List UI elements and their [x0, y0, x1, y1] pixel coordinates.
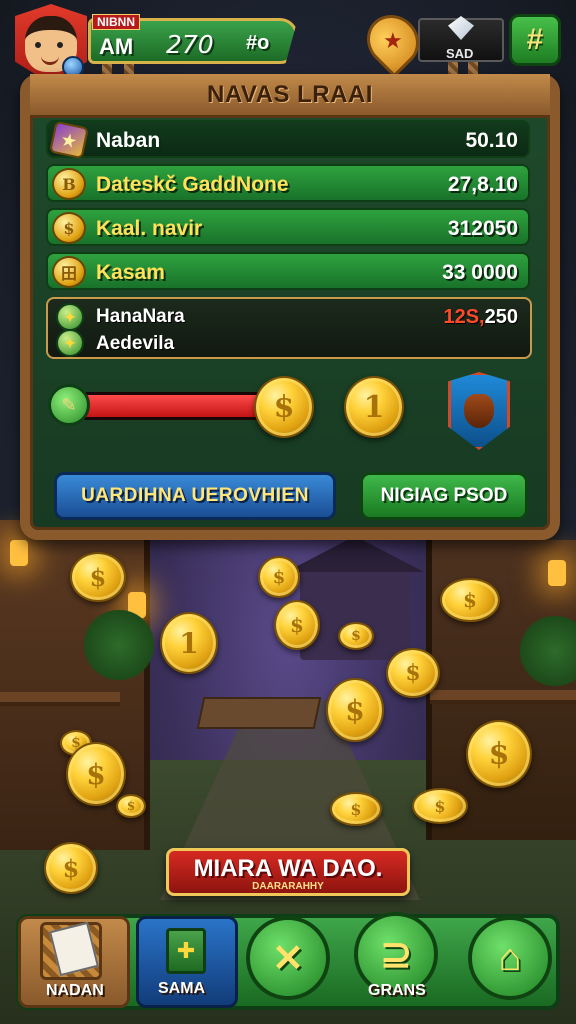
helmet-icon — [464, 394, 494, 428]
leaf-icon: ✦ — [56, 303, 84, 331]
banner-title: MIARA WA DAO. — [193, 855, 383, 882]
stat-row[interactable]: 田 Kasam 33 0000 — [46, 252, 530, 290]
coin-icon: $ — [326, 678, 384, 742]
table-left — [0, 692, 120, 706]
star-icon: ★ — [383, 28, 403, 54]
home-icon[interactable]: ⌂ — [468, 916, 552, 1000]
stat-row-value: 33 0000 — [442, 261, 518, 284]
special-value-white: 250 — [484, 306, 518, 328]
stat-row-label: Kaal. navir — [96, 217, 203, 240]
paintbrush-icon[interactable]: ✎ — [48, 384, 90, 426]
coin-icon: $ — [44, 842, 98, 894]
coin-icon: $ — [116, 794, 146, 818]
nav-label: GRANS — [368, 982, 426, 999]
plant-decoration — [84, 610, 154, 680]
primary-action-button[interactable]: UARDIHNA UEROVHIEN — [54, 472, 336, 520]
special-row-title: HanaNara — [96, 306, 185, 327]
coin-icon: $ — [66, 742, 126, 806]
add-currency-button[interactable]: # — [509, 14, 561, 66]
stat-row-value: 312050 — [447, 217, 518, 240]
coin-icon: $ — [274, 600, 320, 650]
stat-row-label: Kasam — [96, 261, 165, 284]
coin-icon: $ — [338, 622, 374, 650]
coin-icon: 田 — [52, 256, 86, 288]
coin-button[interactable]: $ — [254, 376, 314, 438]
coin-icon: $ — [466, 720, 532, 788]
coin-button[interactable]: 1 — [344, 376, 404, 438]
resource-extra: #o — [246, 32, 270, 54]
wooden-mat — [196, 697, 322, 729]
resource-label: AM — [99, 34, 134, 59]
stat-row[interactable]: ★ Naban 50.10 — [46, 120, 530, 160]
coin-icon: B — [52, 168, 86, 200]
stat-row[interactable]: $ Kaal. navir 312050 — [46, 208, 530, 246]
coin-icon: $ — [52, 212, 86, 244]
stat-row-value: 50.10 — [465, 129, 518, 152]
coin-icon: $ — [258, 556, 300, 598]
special-row-value: 12S,250 — [443, 306, 518, 329]
coin-icon: $ — [330, 792, 382, 826]
lantern-icon — [10, 540, 28, 566]
reward-banner[interactable]: MIARA WA DAO. DAARARAHHY — [166, 848, 410, 896]
coin-icon: $ — [386, 648, 440, 698]
plant-decoration — [520, 616, 576, 686]
progress-fill — [75, 395, 271, 417]
nav-label: NADAN — [46, 982, 104, 999]
coin-icon: $ — [412, 788, 468, 824]
panel-title: NAVAS LRAAI — [207, 80, 373, 108]
stat-row-label: Dateskč GaddNone — [96, 173, 289, 196]
gem-label: SAD — [446, 46, 474, 61]
star-badge-icon: ★ — [49, 120, 89, 160]
stat-row-label: Naban — [96, 129, 161, 152]
table-right — [430, 690, 576, 704]
coin-icon: $ — [440, 578, 500, 622]
coin-icon: 1 — [160, 612, 218, 674]
coin-icon: $ — [70, 552, 126, 602]
crossed-tools-icon[interactable]: ✕ — [246, 916, 330, 1000]
special-row-subtitle: Aedevila — [96, 333, 175, 354]
leaf-icon: ✦ — [56, 329, 84, 357]
banner-subtitle: DAARARAHHY — [252, 881, 324, 892]
map-icon: ✚ — [166, 928, 206, 974]
panel-header: NAVAS LRAAI — [30, 74, 550, 118]
progress-track — [72, 392, 282, 420]
special-value-red: 12S, — [443, 306, 485, 328]
nav-label: SAMA — [158, 980, 206, 997]
special-stat-row[interactable]: ✦ ✦ HanaNara Aedevila 12S,250 — [46, 297, 532, 359]
resource-value: 270 — [166, 30, 214, 59]
lantern-icon — [548, 560, 566, 586]
stat-row-value: 27,8.10 — [447, 173, 518, 196]
player-tag: NIBNN — [92, 14, 140, 30]
stat-row[interactable]: B Dateskč GaddNone 27,8.10 — [46, 164, 530, 202]
secondary-action-button[interactable]: NIGIAG PSOD — [360, 472, 528, 520]
progress-bar: ✎ — [48, 384, 282, 426]
